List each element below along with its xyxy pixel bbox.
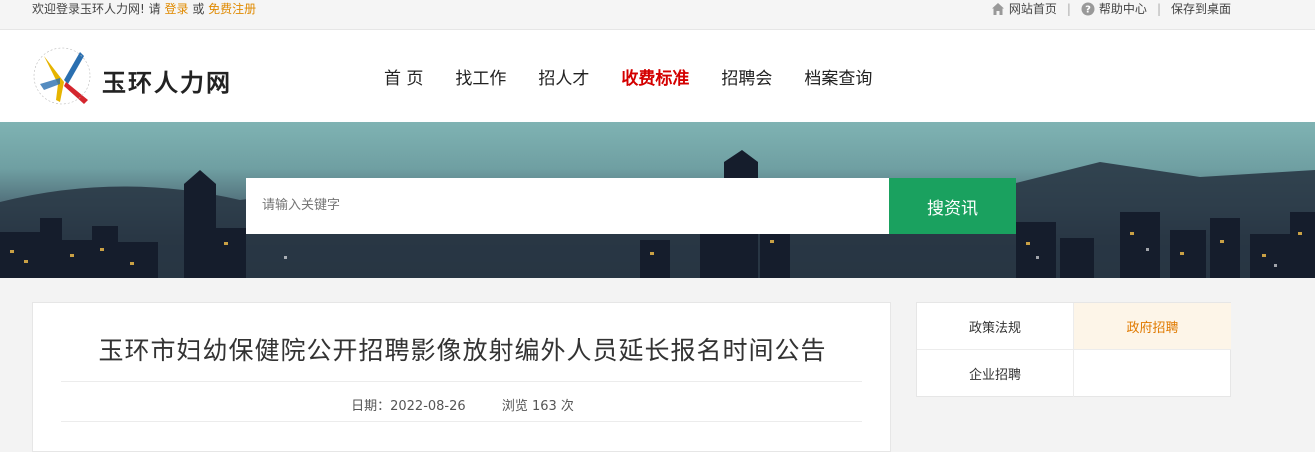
nav-archive-query[interactable]: 档案查询: [804, 64, 872, 89]
nav-find-job[interactable]: 找工作: [455, 64, 506, 89]
top-links: 网站首页 | ? 帮助中心 | 保存到桌面: [991, 0, 1231, 18]
side-item-gov-recruit[interactable]: 政府招聘: [1074, 303, 1231, 350]
article-title: 玉环市妇幼保健院公开招聘影像放射编外人员延长报名时间公告: [98, 336, 827, 365]
article-card: 玉环市妇幼保健院公开招聘影像放射编外人员延长报名时间公告 日期：2022-08-…: [32, 302, 891, 452]
article-date: 日期：2022-08-26: [351, 399, 466, 414]
article-views: 浏览 163 次: [501, 399, 574, 414]
nav-job-fair[interactable]: 招聘会: [721, 64, 772, 89]
nav-fee-standard[interactable]: 收费标准: [621, 64, 689, 89]
search-bar: 搜资讯: [246, 178, 1016, 234]
top-bar: 欢迎登录玉环人力网! 请 登录 或 免费注册 网站首页 | ? 帮助中心 | 保…: [0, 0, 1315, 30]
main-nav: 首 页 找工作 招人才 收费标准 招聘会 档案查询: [368, 64, 888, 89]
svg-text:?: ?: [1085, 5, 1091, 16]
side-item-corp-recruit[interactable]: 企业招聘: [917, 350, 1074, 397]
side-category-nav: 政策法规 政府招聘 企业招聘: [916, 302, 1231, 397]
divider: [61, 421, 862, 422]
login-link[interactable]: 登录: [164, 2, 188, 16]
question-circle-icon: ?: [1081, 2, 1095, 16]
search-input[interactable]: [246, 178, 889, 234]
divider: [61, 381, 862, 382]
logo-mark-icon: [33, 47, 91, 105]
welcome-text: 欢迎登录玉环人力网! 请: [32, 2, 161, 16]
help-link-label: 帮助中心: [1098, 2, 1147, 16]
nav-home[interactable]: 首 页: [384, 64, 423, 89]
side-item-policy[interactable]: 政策法规: [917, 303, 1074, 350]
register-link[interactable]: 免费注册: [208, 2, 256, 16]
site-logo[interactable]: 玉环人力网: [30, 44, 240, 110]
city-skyline-banner: 搜资讯: [0, 122, 1315, 278]
site-name: 玉环人力网: [102, 69, 232, 97]
side-item-empty: [1074, 350, 1231, 397]
home-link-label: 网站首页: [1008, 2, 1057, 16]
site-header: 玉环人力网 首 页 找工作 招人才 收费标准 招聘会 档案查询: [0, 30, 1315, 122]
nav-recruit-talent[interactable]: 招人才: [538, 64, 589, 89]
or-text: 或: [192, 2, 205, 16]
separator: |: [1156, 2, 1161, 16]
welcome-area: 欢迎登录玉环人力网! 请 登录 或 免费注册: [32, 0, 256, 18]
search-button[interactable]: 搜资讯: [889, 178, 1016, 234]
house-icon: [991, 3, 1004, 15]
help-link[interactable]: ? 帮助中心: [1081, 0, 1147, 18]
save-desktop-link[interactable]: 保存到桌面: [1171, 0, 1231, 18]
home-link[interactable]: 网站首页: [991, 0, 1057, 18]
article-meta: 日期：2022-08-26 浏览 163 次: [33, 395, 892, 414]
separator: |: [1066, 2, 1071, 16]
